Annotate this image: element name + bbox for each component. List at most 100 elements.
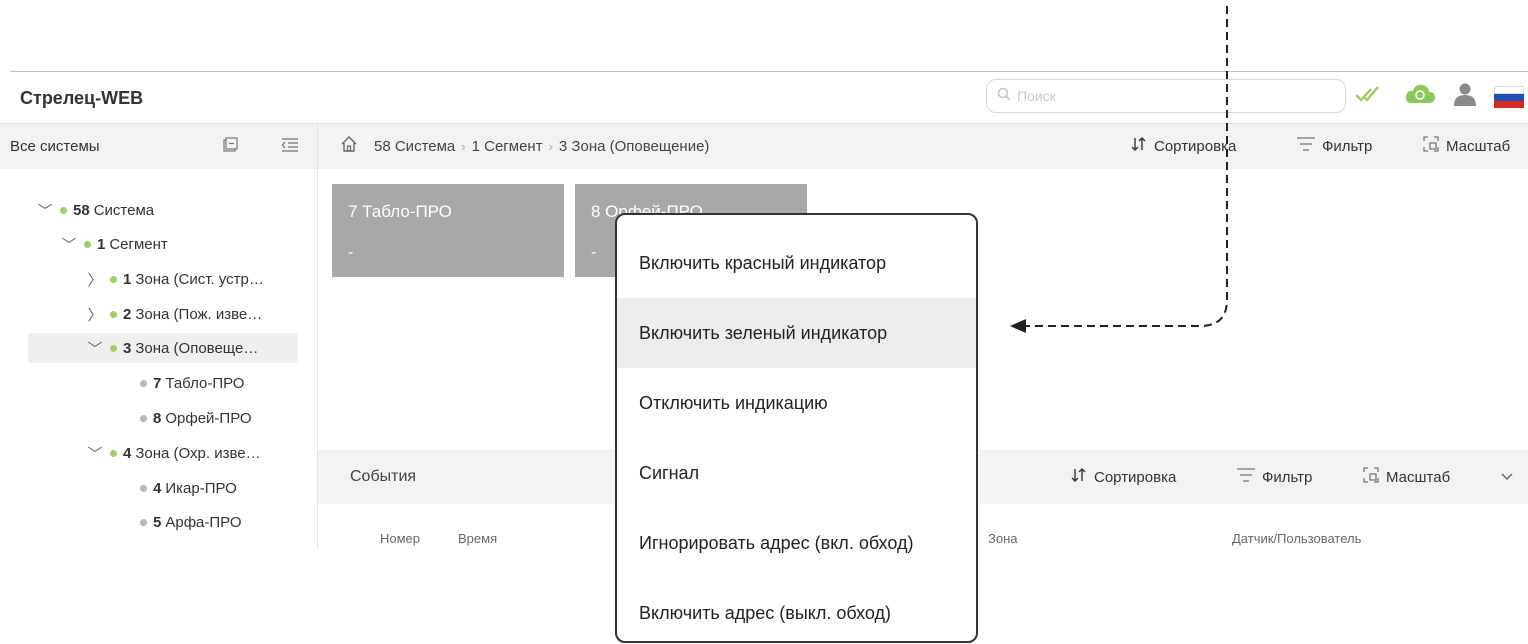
context-menu: Включить красный индикатор Включить зеле… <box>615 213 978 643</box>
menu-item-signal[interactable]: Сигнал <box>617 438 976 508</box>
collapse-all-icon[interactable] <box>222 137 238 158</box>
device-card-title: 7 Табло-ПРО <box>348 202 452 221</box>
events-scale-label: Масштаб <box>1386 468 1451 486</box>
tree-node-system[interactable]: ﹀ 58 Система <box>36 195 154 225</box>
tree-node-device[interactable]: 5 Арфа-ПРО <box>140 507 242 537</box>
tree-node-label: Орфей-ПРО <box>165 409 252 427</box>
tree-node-device[interactable]: 4 Икар-ПРО <box>140 473 237 503</box>
tree-node-number: 58 <box>73 201 90 219</box>
filter-icon <box>1236 467 1256 487</box>
tree-node-device[interactable]: 7 Табло-ПРО <box>140 368 244 398</box>
column-header-zone[interactable]: Зона <box>988 531 1018 546</box>
chevron-down-icon <box>1500 469 1514 486</box>
events-title: События <box>350 468 417 485</box>
events-scale-button[interactable]: Масштаб <box>1362 450 1450 504</box>
tree-node-number: 2 <box>123 305 132 323</box>
tree-node-label: Зона (Оповеще… <box>135 339 259 357</box>
filter-button[interactable]: Фильтр <box>1296 123 1372 169</box>
chevron-down-icon[interactable]: ﹀ <box>36 200 54 221</box>
menu-item-ignore-address[interactable]: Игнорировать адрес (вкл. обход) <box>617 508 976 578</box>
sort-icon <box>1070 467 1088 487</box>
events-sort-label: Сортировка <box>1094 468 1177 486</box>
chevron-down-icon[interactable]: ﹀ <box>60 234 78 255</box>
search-input[interactable] <box>1017 88 1317 104</box>
search-box[interactable] <box>986 79 1346 113</box>
tree-node-number: 7 <box>153 374 162 392</box>
menu-item-enable-address[interactable]: Включить адрес (выкл. обход) <box>617 578 976 641</box>
breadcrumb-item[interactable]: 1 Сегмент <box>472 138 543 155</box>
chevron-down-icon[interactable]: ﹀ <box>86 338 104 359</box>
status-dot <box>110 310 117 318</box>
menu-item-red-indicator-on[interactable]: Включить красный индикатор <box>617 228 976 298</box>
column-header-time[interactable]: Время <box>458 531 497 546</box>
app-title: Стрелец-WEB <box>20 88 144 108</box>
events-sort-button[interactable]: Сортировка <box>1070 450 1176 504</box>
status-dot <box>84 240 91 248</box>
indent-menu-icon[interactable] <box>281 137 299 158</box>
tree-node-label: Система <box>93 201 155 219</box>
filter-icon <box>1296 136 1316 156</box>
scale-label: Масштаб <box>1446 137 1511 155</box>
filter-label: Фильтр <box>1322 137 1373 155</box>
events-collapse-button[interactable] <box>1500 450 1514 504</box>
tree-node-zone-4[interactable]: ﹀ 4 Зона (Охр. изве… <box>86 438 261 468</box>
tree-node-number: 3 <box>123 339 132 357</box>
flag-stripe-white <box>1494 85 1524 95</box>
status-dot <box>110 344 117 352</box>
tree-node-label: Табло-ПРО <box>165 374 245 392</box>
chevron-right-icon[interactable]: 〉 <box>86 304 104 325</box>
device-card[interactable]: 7 Табло-ПРО - <box>332 184 564 277</box>
double-check-icon[interactable] <box>1354 84 1388 109</box>
sidebar-heading: Все системы <box>10 137 100 155</box>
tree-node-number: 4 <box>153 479 162 497</box>
tree-node-number: 1 <box>97 235 106 253</box>
breadcrumb-separator-icon: › <box>548 138 553 154</box>
status-dot <box>110 275 117 283</box>
tree-node-label: Икар-ПРО <box>165 479 237 497</box>
menu-item-indication-off[interactable]: Отключить индикацию <box>617 368 976 438</box>
tree-node-label: Зона (Пож. изве… <box>135 305 263 323</box>
events-filter-button[interactable]: Фильтр <box>1236 450 1312 504</box>
column-header-number[interactable]: Номер <box>380 531 420 546</box>
chevron-right-icon[interactable]: 〉 <box>86 269 104 290</box>
breadcrumb: 58 Система › 1 Сегмент › 3 Зона (Оповеще… <box>340 123 709 169</box>
cloud-sync-icon[interactable] <box>1404 82 1436 111</box>
status-dot <box>140 518 147 526</box>
tree-node-segment[interactable]: ﹀ 1 Сегмент <box>60 229 168 259</box>
column-header-sensor-user[interactable]: Датчик/Пользователь <box>1232 531 1361 546</box>
tree-node-label: Сегмент <box>109 235 168 253</box>
status-dot <box>140 379 147 387</box>
status-dot <box>140 414 147 422</box>
events-filter-label: Фильтр <box>1262 468 1313 486</box>
tree-node-number: 5 <box>153 513 162 531</box>
sort-icon <box>1130 136 1148 156</box>
tree-node-zone-2[interactable]: 〉 2 Зона (Пож. изве… <box>86 299 262 329</box>
tree-node-number: 1 <box>123 270 132 288</box>
home-icon[interactable] <box>340 135 358 157</box>
chevron-down-icon[interactable]: ﹀ <box>86 443 104 464</box>
menu-item-green-indicator-on[interactable]: Включить зеленый индикатор <box>617 298 976 368</box>
user-icon[interactable] <box>1452 82 1478 111</box>
tree-node-label: Зона (Охр. изве… <box>135 444 261 462</box>
status-dot <box>140 484 147 492</box>
tree-node-zone-1[interactable]: 〉 1 Зона (Сист. устр… <box>86 264 263 294</box>
sidebar-header: Все системы <box>0 123 318 169</box>
scale-button[interactable]: Масштаб <box>1422 123 1510 169</box>
breadcrumb-separator-icon: › <box>461 138 466 154</box>
language-flag-icon[interactable] <box>1494 85 1524 108</box>
flag-stripe-blue <box>1494 94 1524 101</box>
status-dot <box>60 206 67 214</box>
search-icon <box>997 87 1011 106</box>
device-card-status: - <box>348 244 354 261</box>
tree-node-label: Арфа-ПРО <box>165 513 242 531</box>
flag-stripe-red <box>1494 100 1524 108</box>
breadcrumb-item[interactable]: 58 Система <box>374 138 455 155</box>
sort-label: Сортировка <box>1154 137 1237 155</box>
tree-node-device[interactable]: 8 Орфей-ПРО <box>140 403 252 433</box>
scale-icon <box>1362 466 1380 488</box>
breadcrumb-item[interactable]: 3 Зона (Оповещение) <box>559 138 710 155</box>
sort-button[interactable]: Сортировка <box>1130 123 1236 169</box>
tree-node-number: 8 <box>153 409 162 427</box>
scale-icon <box>1422 135 1440 157</box>
tree-node-zone-3[interactable]: ﹀ 3 Зона (Оповеще… <box>28 333 298 363</box>
